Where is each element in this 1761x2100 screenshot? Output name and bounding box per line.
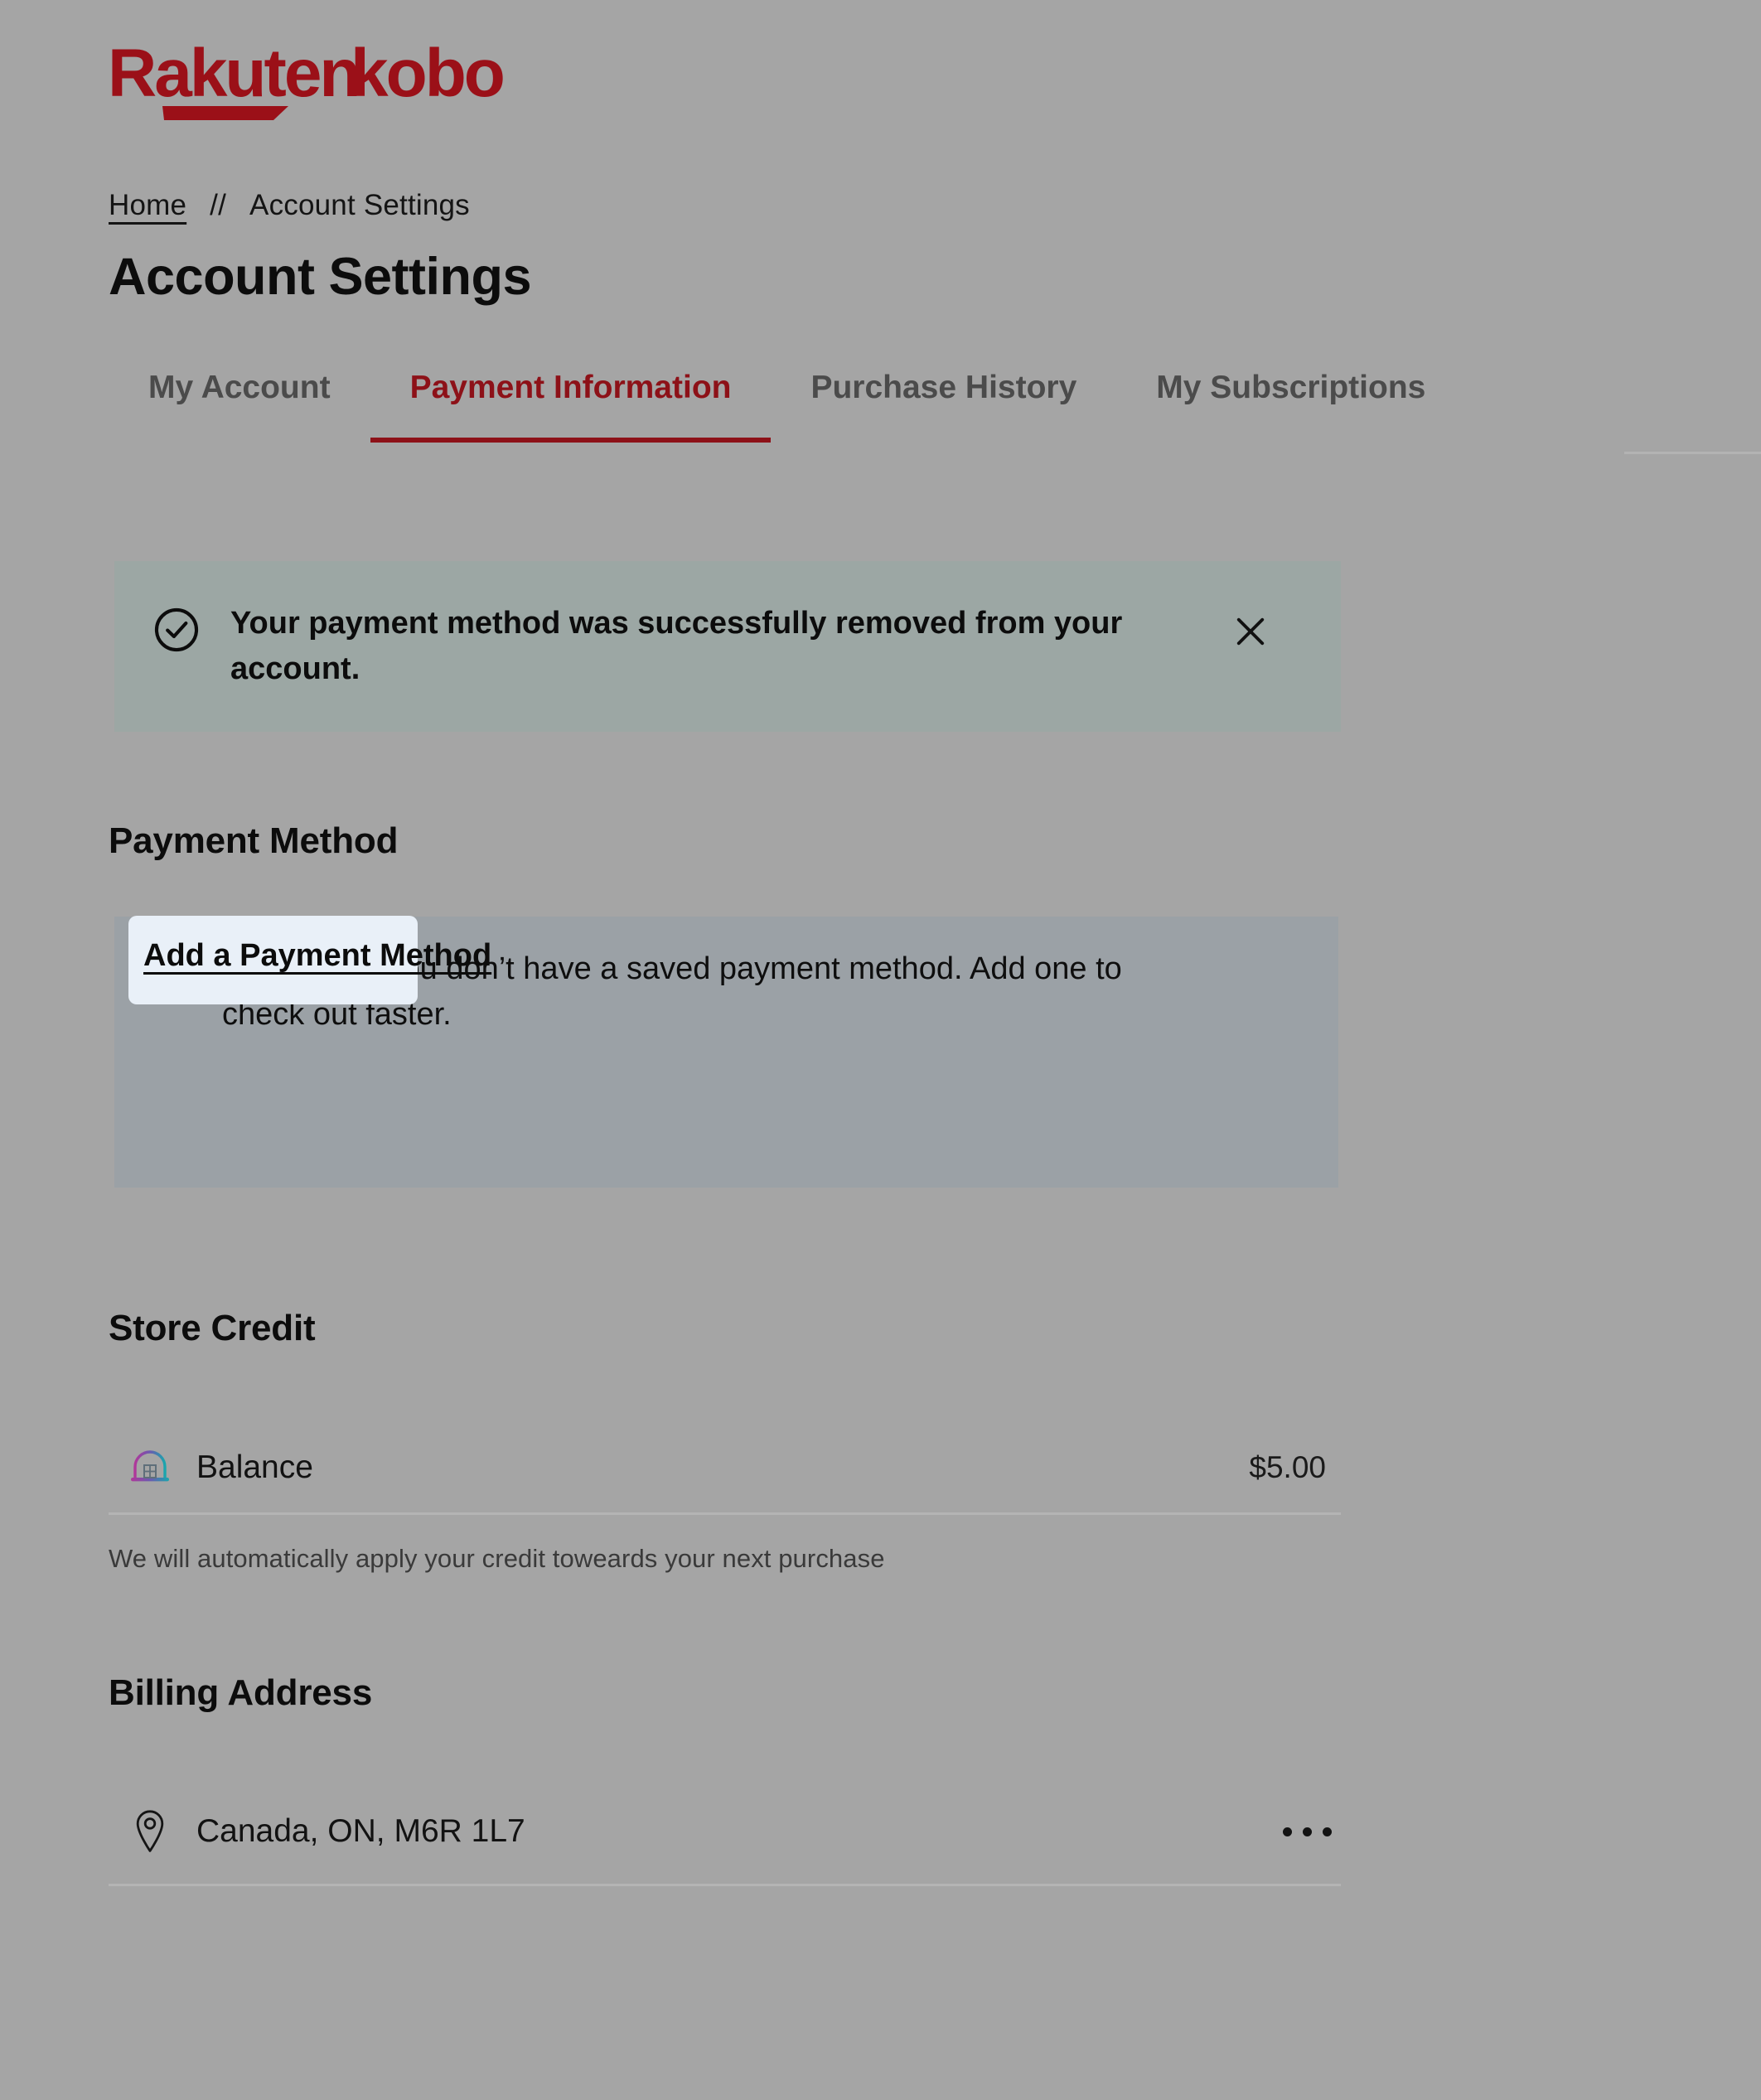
section-heading-billing-address: Billing Address: [109, 1672, 373, 1713]
breadcrumb-home-link[interactable]: Home: [109, 189, 186, 222]
success-banner: Your payment method was successfully rem…: [114, 561, 1341, 733]
rakuten-kobo-logo[interactable]: Rakuten kobo: [108, 35, 539, 126]
add-payment-method-link[interactable]: Add a Payment Method: [143, 938, 491, 974]
svg-text:kobo: kobo: [351, 36, 503, 111]
tab-my-subscriptions[interactable]: My Subscriptions: [1116, 365, 1465, 443]
tab-payment-information[interactable]: Payment Information: [370, 365, 772, 443]
breadcrumb-separator: //: [210, 189, 227, 221]
store-credit-balance-row: Balance $5.00: [109, 1428, 1341, 1507]
map-pin-icon: [127, 1808, 173, 1855]
check-circle-icon: [151, 604, 202, 656]
ellipsis-dot: [1302, 1827, 1312, 1836]
section-heading-payment-method: Payment Method: [109, 820, 399, 861]
close-icon[interactable]: [1225, 606, 1276, 657]
svg-text:Rakuten: Rakuten: [108, 36, 359, 111]
success-banner-message: Your payment method was successfully rem…: [230, 606, 1123, 687]
billing-address-label: Canada, ON, M6R 1L7: [196, 1813, 525, 1849]
ellipsis-dot: [1282, 1827, 1292, 1836]
billing-address-row: Canada, ON, M6R 1L7: [109, 1792, 1341, 1871]
store-credit-divider: [109, 1512, 1341, 1515]
store-credit-helper-text: We will automatically apply your credit …: [109, 1544, 885, 1573]
page-title: Account Settings: [109, 248, 532, 306]
breadcrumb: Home // Account Settings: [109, 189, 470, 222]
account-settings-page: Rakuten kobo Home // Account Settings Ac…: [0, 0, 1761, 2100]
account-tabs: My Account Payment Information Purchase …: [109, 365, 1683, 456]
tabs-baseline-rule: [1624, 452, 1761, 454]
ellipsis-dot: [1322, 1827, 1332, 1836]
breadcrumb-current: Account Settings: [249, 189, 470, 221]
store-credit-balance-value: $5.00: [1249, 1450, 1326, 1484]
store-credit-balance-label: Balance: [196, 1449, 313, 1485]
ellipsis-icon[interactable]: [1280, 1815, 1341, 1848]
tab-my-account[interactable]: My Account: [109, 365, 370, 443]
section-heading-store-credit: Store Credit: [109, 1308, 316, 1348]
store-credit-arch-icon: [127, 1444, 173, 1491]
tab-purchase-history[interactable]: Purchase History: [771, 365, 1116, 443]
billing-address-divider: [109, 1884, 1341, 1886]
